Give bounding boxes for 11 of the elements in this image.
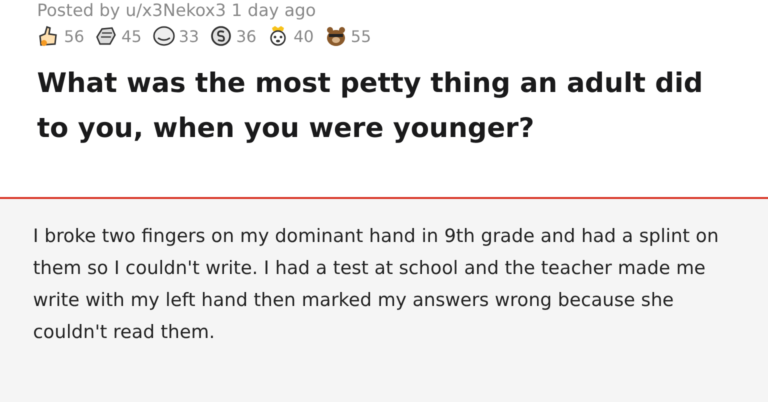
- post-title: What was the most petty thing an adult did to you, when you were younger?: [37, 67, 704, 146]
- award-count: 36: [236, 26, 256, 46]
- award-count: 33: [178, 26, 200, 46]
- post-byline: Posted by u/x3Nekox3 1 day ago: [37, 0, 317, 22]
- coin-icon: [209, 25, 234, 47]
- face-icon: [152, 25, 176, 47]
- award-count: 45: [121, 26, 142, 46]
- comment-text: I broke two fingers on my dominant hand in 9th grade and had a splint on them so I couldn't write. I had a test at school and the teacher made me write with my left hand then marked my answers wrong because she couldn't read them.: [33, 225, 720, 345]
- award-count: 40: [293, 26, 314, 46]
- award-count: 55: [350, 26, 372, 46]
- award-count: 56: [64, 26, 84, 46]
